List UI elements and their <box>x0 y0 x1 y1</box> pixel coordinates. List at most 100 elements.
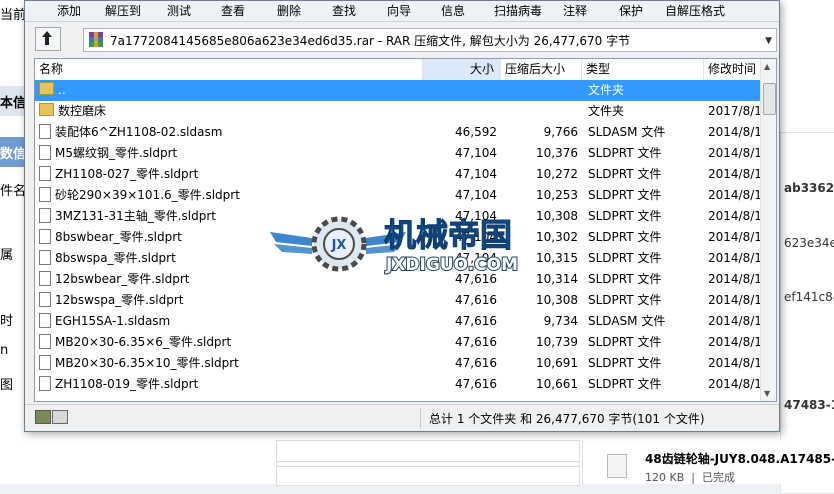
file-name-cell: 数控磨床 <box>39 101 425 122</box>
file-icon <box>39 313 51 328</box>
background-left-panel: 当前 本信 数信 件名 属 时 n 图 <box>0 0 27 484</box>
bg-hash: 47483-1.d <box>784 398 834 412</box>
vertical-scrollbar[interactable]: ▲ ▼ <box>760 59 776 401</box>
download-item[interactable]: 48齿链轮轴-JUY8.048.A17485-1.st 120 KB | 已完成 <box>582 440 834 484</box>
find-button[interactable]: 查找 <box>332 2 356 19</box>
virus-scan-button[interactable]: 扫描病毒 <box>494 2 542 19</box>
column-header-modified[interactable]: 修改时间 <box>704 59 760 80</box>
file-icon <box>39 271 51 286</box>
file-row[interactable]: 12bswspa_零件.sldprt 47,616 10,308 SLDPRT 文件 2… <box>35 290 760 311</box>
file-size-cell: 46,592 <box>455 125 497 139</box>
drive-icon[interactable] <box>35 410 51 424</box>
file-type-cell: SLDPRT 文件 <box>588 293 662 307</box>
background-right-panel: ab336271 623e34ed ef141c84 47483-1.d <box>776 0 834 484</box>
file-row[interactable]: MB20×30-6.35×6_零件.sldprt 47,616 10,739 SLDP… <box>35 332 760 353</box>
file-icon <box>39 334 51 349</box>
bg-text: 属 <box>0 248 14 263</box>
file-modified-cell: 2014/8/1 <box>708 167 760 181</box>
file-name: M5螺纹钢_零件.sldprt <box>55 146 178 160</box>
file-name-cell: EGH15SA-1.sldasm <box>39 311 425 332</box>
file-name: .. <box>58 83 66 97</box>
file-icon <box>39 355 51 370</box>
download-size: 120 KB | 已完成 <box>645 471 735 484</box>
scroll-up-icon[interactable]: ▲ <box>764 62 770 71</box>
file-type-cell: SLDPRT 文件 <box>588 272 662 286</box>
bg-input-box <box>276 440 580 462</box>
file-name-cell: M5螺纹钢_零件.sldprt <box>39 143 425 164</box>
file-type-cell: SLDPRT 文件 <box>588 356 662 370</box>
wizard-button[interactable]: 向导 <box>387 2 411 19</box>
file-name-cell: .. <box>39 80 425 101</box>
file-row[interactable]: M5螺纹钢_零件.sldprt 47,104 10,376 SLDPRT 文件 2014… <box>35 143 760 164</box>
column-header-name[interactable]: 名称 <box>35 59 423 80</box>
scroll-down-icon[interactable]: ▼ <box>764 389 770 398</box>
download-name: 48齿链轮轴-JUY8.048.A17485-1.st <box>645 452 834 466</box>
archive-path-text: 7a1772084145685e806a623e34ed6d35.rar - R… <box>110 34 631 48</box>
file-row[interactable]: 砂轮290×39×101.6_零件.sldprt 47,104 10,253 SLDP… <box>35 185 760 206</box>
file-packed-cell: 10,661 <box>536 377 578 391</box>
file-type-cell: 文件夹 <box>588 104 625 118</box>
file-row[interactable]: 数控磨床 文件夹 2017/8/1 <box>35 101 760 122</box>
toolbar: 添加 解压到 测试 查看 删除 查找 向导 信息 扫描病毒 注释 保护 自解压格… <box>25 1 779 22</box>
test-button[interactable]: 测试 <box>167 2 191 19</box>
protect-button[interactable]: 保护 <box>619 2 643 19</box>
bg-text: 本信 <box>0 96 27 111</box>
view-button[interactable]: 查看 <box>221 2 245 19</box>
file-modified-cell: 2014/8/1 <box>708 377 760 391</box>
folder-icon <box>39 103 54 116</box>
status-divider <box>420 408 421 428</box>
file-row[interactable]: EGH15SA-1.sldasm 47,616 9,734 SLDASM 文件 2014… <box>35 311 760 332</box>
watermark-url: JXDIGUO.COM <box>385 255 518 275</box>
file-type-cell: SLDASM 文件 <box>588 314 666 328</box>
column-header-size-label: 大小 <box>469 62 494 76</box>
bg-hash: ef141c84 <box>784 290 834 304</box>
status-bar: 总计 1 个文件夹 和 26,477,670 字节(101 个文件) <box>25 404 779 431</box>
extract-to-button[interactable]: 解压到 <box>105 2 141 19</box>
file-modified-cell: 2014/8/1 <box>708 335 760 349</box>
comment-button[interactable]: 注释 <box>563 2 587 19</box>
file-icon <box>39 166 51 181</box>
key-icon[interactable] <box>52 410 68 424</box>
file-row[interactable]: ZH1108-019_零件.sldprt 47,616 10,661 SLDPRT 文… <box>35 374 760 395</box>
file-row[interactable]: 装配体6^ZH1108-02.sldasm 46,592 9,766 SLDASM 文… <box>35 122 760 143</box>
file-row[interactable]: MB20×30-6.35×10_零件.sldprt 47,616 10,691 SLD… <box>35 353 760 374</box>
file-packed-cell: 10,691 <box>536 356 578 370</box>
status-text: 总计 1 个文件夹 和 26,477,670 字节(101 个文件) <box>429 412 705 426</box>
file-size-cell: 47,616 <box>455 377 497 391</box>
file-modified-cell: 2014/8/1 <box>708 356 760 370</box>
file-row[interactable]: .. 文件夹 <box>35 80 760 101</box>
file-modified-cell: 2014/8/1 <box>708 314 760 328</box>
path-bar: 7a1772084145685e806a623e34ed6d35.rar - R… <box>33 25 777 53</box>
add-button[interactable]: 添加 <box>57 2 81 19</box>
column-header-type[interactable]: 类型 <box>582 59 704 80</box>
column-header-size[interactable]: ^ 大小 <box>423 59 501 80</box>
chevron-down-icon[interactable]: ▼ <box>765 36 772 46</box>
file-type-cell: SLDPRT 文件 <box>588 167 662 181</box>
file-name-cell: MB20×30-6.35×6_零件.sldprt <box>39 332 425 353</box>
bg-hash: 623e34ed <box>784 236 834 250</box>
file-name-cell: ZH1108-027_零件.sldprt <box>39 164 425 185</box>
file-name-cell: ZH1108-019_零件.sldprt <box>39 374 425 395</box>
scrollbar-thumb[interactable] <box>763 83 776 115</box>
file-type-cell: 文件夹 <box>588 83 625 97</box>
up-one-level-button[interactable] <box>35 27 61 51</box>
file-name: 数控磨床 <box>58 104 107 118</box>
file-name: 12bswbear_零件.sldprt <box>55 272 190 286</box>
column-header-packed[interactable]: 压缩后大小 <box>501 59 582 80</box>
delete-button[interactable]: 删除 <box>277 2 301 19</box>
file-modified-cell: 2014/8/1 <box>708 146 760 160</box>
file-modified-cell: 2014/8/1 <box>708 272 760 286</box>
sfx-button[interactable]: 自解压格式 <box>665 2 725 19</box>
archive-path-dropdown[interactable]: 7a1772084145685e806a623e34ed6d35.rar - R… <box>83 28 777 52</box>
file-name: 装配体6^ZH1108-02.sldasm <box>55 125 223 139</box>
file-size-cell: 47,616 <box>455 314 497 328</box>
file-packed-cell: 9,734 <box>543 314 578 328</box>
file-modified-cell: 2014/8/1 <box>708 230 760 244</box>
info-button[interactable]: 信息 <box>441 2 465 19</box>
file-name: ZH1108-027_零件.sldprt <box>55 167 199 181</box>
file-name: ZH1108-019_零件.sldprt <box>55 377 199 391</box>
file-name: 砂轮290×39×101.6_零件.sldprt <box>55 188 240 202</box>
file-row[interactable]: ZH1108-027_零件.sldprt 47,104 10,272 SLDPRT 文… <box>35 164 760 185</box>
file-modified-cell: 2017/8/1 <box>708 104 760 118</box>
file-name-cell: 12bswspa_零件.sldprt <box>39 290 425 311</box>
